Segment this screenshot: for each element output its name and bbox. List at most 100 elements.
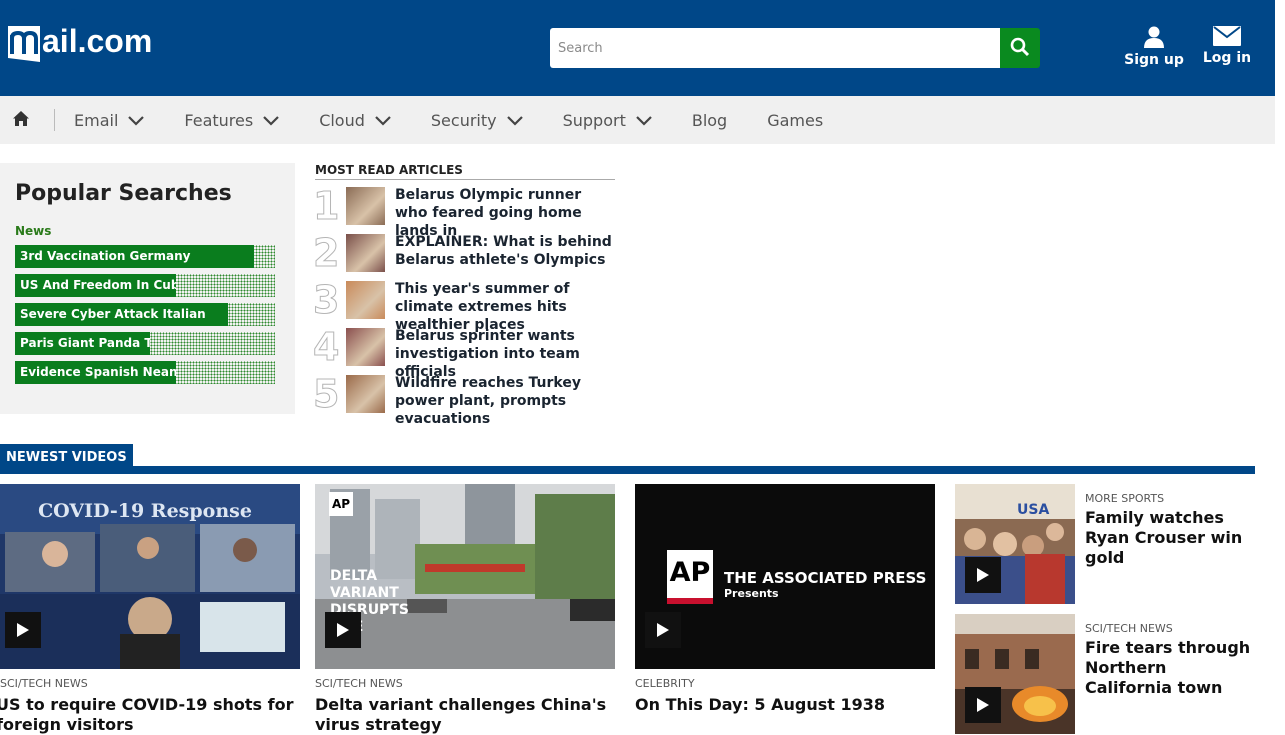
article-thumbnail[interactable] [346,375,385,413]
most-read-panel: MOST READ ARTICLES 1 Belarus Olympic runn… [312,163,615,427]
popular-search-label: US And Freedom In Cuba [15,274,177,297]
video-category: MORE SPORTS [1085,492,1165,505]
video-title[interactable]: On This Day: 5 August 1938 [635,695,935,715]
play-button[interactable] [645,612,681,648]
nav-item-label: Cloud [319,110,365,130]
nav-item-blog[interactable]: Blog [692,111,727,130]
page-edge [1275,0,1285,726]
play-icon [976,697,990,713]
most-read-title: MOST READ ARTICLES [315,163,615,180]
mailcom-logo[interactable]: ail.com [6,22,158,66]
side-video-item[interactable]: SCI/TECH NEWS Fire tears through Norther… [955,614,1255,734]
nav-item-games[interactable]: Games [767,111,823,130]
play-button[interactable] [5,612,41,648]
popular-search-label: Severe Cyber Attack Italian [15,303,229,326]
article-thumbnail[interactable] [346,234,385,272]
video-thumbnail: AP THE ASSOCIATED PRESS Presents [635,484,935,669]
video-thumbnail: USA [955,484,1075,604]
popular-search-label: Paris Giant Panda T... [15,332,151,355]
popular-category-label: News [15,224,52,238]
search-input[interactable] [550,28,1000,68]
search-button[interactable] [1000,28,1040,68]
search-bar [550,28,1040,68]
video-thumbnail: AP DELTA VARIANT DISRUPTS LIFE [315,484,615,669]
popular-searches-panel: Popular Searches News 3rd Vaccination Ge… [0,163,295,414]
newest-videos-header: NEWEST VIDEOS [0,444,1255,474]
login-label: Log in [1202,50,1252,66]
popular-search-item[interactable]: Paris Giant Panda T... [15,332,275,355]
video-card[interactable]: AP THE ASSOCIATED PRESS Presents CELEBRI… [635,484,935,715]
video-title[interactable]: Family watches Ryan Crouser win gold [1085,508,1255,568]
nav-item-label: Email [74,110,119,130]
popular-searches-title: Popular Searches [15,181,232,206]
nav-item-email[interactable]: Email [74,110,145,130]
popular-search-item[interactable]: US And Freedom In Cuba [15,274,275,297]
newest-videos-title: NEWEST VIDEOS [0,444,133,467]
nav-item-label: Games [767,110,824,130]
video-title[interactable]: Fire tears through Northern California t… [1085,638,1255,698]
article-headline[interactable]: Belarus sprinter wants investigation int… [395,327,615,381]
most-read-item[interactable]: 2 EXPLAINER: What is behind Belarus athle… [312,231,615,275]
play-button[interactable] [965,687,1001,723]
article-headline[interactable]: This year's summer of climate extremes h… [395,280,615,334]
article-headline[interactable]: EXPLAINER: What is behind Belarus athlet… [395,233,615,269]
rank-number: 4 [312,325,340,369]
popular-search-item[interactable]: Severe Cyber Attack Italian [15,303,275,326]
play-icon [976,567,990,583]
svg-text:USA: USA [1017,502,1049,518]
rank-number: 2 [312,231,340,275]
most-read-item[interactable]: 1 Belarus Olympic runner who feared going… [312,186,615,240]
video-title[interactable]: Delta variant challenges China's virus s… [315,695,615,735]
video-thumbnail: COVID-19 Response [0,484,300,669]
most-read-item[interactable]: 4 Belarus sprinter wants investigation in… [312,325,615,381]
nav-item-label: Support [562,110,626,130]
nav-item-label: Blog [691,110,728,130]
video-card[interactable]: AP DELTA VARIANT DISRUPTS LIFE SCI/TECH … [315,484,615,735]
envelope-icon [1197,26,1257,46]
user-icon [1124,26,1184,48]
article-headline[interactable]: Wildfire reaches Turkey power plant, pro… [395,374,615,428]
play-button[interactable] [325,612,361,648]
chevron-down-icon [253,111,279,130]
header-bar: ail.com Sign up Log in [0,0,1275,96]
play-icon [16,622,30,638]
nav-item-security[interactable]: Security [431,111,523,130]
popular-search-item[interactable]: 3rd Vaccination Germany [15,245,275,268]
chevron-down-icon [497,111,523,130]
article-thumbnail[interactable] [346,281,385,319]
popular-search-label: 3rd Vaccination Germany [15,245,255,268]
video-card[interactable]: COVID-19 Response SCI/TECH NEWS US to re… [0,484,300,735]
nav-item-label: Features [184,110,254,130]
play-button[interactable] [965,557,1001,593]
most-read-item[interactable]: 3 This year's summer of climate extremes … [312,280,615,334]
main-nav: Email Features Cloud Security Support Blog Gam… [0,96,1275,144]
most-read-item[interactable]: 5 Wildfire reaches Turkey power plant, pr… [312,374,615,428]
search-icon [1010,37,1030,60]
thumb-subcaption: Presents [724,587,779,600]
article-thumbnail[interactable] [346,187,385,225]
video-title[interactable]: US to require COVID-19 shots for foreign… [0,695,300,735]
video-category: SCI/TECH NEWS [315,677,403,690]
play-icon [336,622,350,638]
chevron-down-icon [626,111,652,130]
nav-items: Email Features Cloud Security Support Blog Gam… [74,111,863,130]
popular-search-item[interactable]: Evidence Spanish Neand... [15,361,275,384]
side-video-item[interactable]: USA MORE SPORTS Family watches Ryan Crou… [955,484,1255,604]
home-button[interactable] [6,110,36,131]
nav-divider [54,109,55,131]
home-icon [12,110,30,131]
video-category: CELEBRITY [635,677,695,690]
article-thumbnail[interactable] [346,328,385,366]
signup-button[interactable]: Sign up [1124,26,1184,68]
nav-item-label: Security [430,110,497,130]
nav-item-cloud[interactable]: Cloud [319,111,391,130]
login-button[interactable]: Log in [1197,26,1257,66]
video-thumbnail [955,614,1075,734]
article-headline[interactable]: Belarus Olympic runner who feared going … [395,186,615,240]
nav-item-features[interactable]: Features [184,111,279,130]
chevron-down-icon [118,111,145,130]
popular-search-label: Evidence Spanish Neand... [15,361,177,384]
ap-logo: AP [329,492,353,516]
play-icon [656,622,670,638]
nav-item-support[interactable]: Support [563,111,652,130]
